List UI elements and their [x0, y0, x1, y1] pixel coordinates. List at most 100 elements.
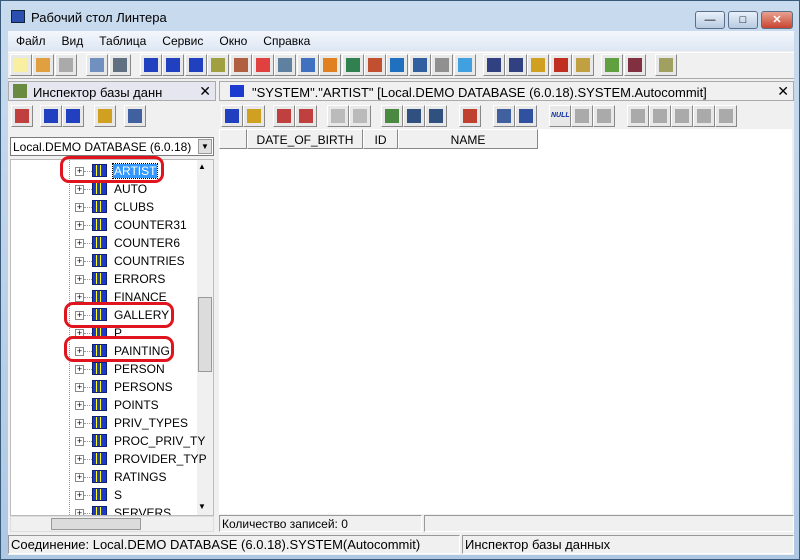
menu-item[interactable]: Вид [54, 31, 92, 48]
add-record-button[interactable] [273, 105, 295, 127]
users-button[interactable] [229, 54, 252, 76]
sort-button[interactable] [493, 105, 515, 127]
refresh-button[interactable] [94, 105, 116, 127]
maximize-button[interactable]: □ [728, 11, 758, 29]
lock-button[interactable] [403, 105, 425, 127]
menu-item[interactable]: Сервис [154, 31, 211, 48]
expand-icon[interactable]: + [75, 221, 84, 230]
new-document-button[interactable] [10, 54, 32, 76]
expand-icon[interactable]: + [75, 185, 84, 194]
menu-item[interactable]: Справка [255, 31, 318, 48]
monitor-button[interactable] [408, 54, 431, 76]
database-button[interactable] [363, 54, 386, 76]
null-button[interactable]: NULL [549, 105, 571, 127]
blob-load-button[interactable] [627, 105, 649, 127]
chevron-down-icon[interactable]: ▼ [198, 139, 212, 154]
blob-clear-button[interactable] [671, 105, 693, 127]
gear-blue-button[interactable] [296, 54, 319, 76]
delete-record-button[interactable] [295, 105, 317, 127]
close-icon[interactable]: ✕ [199, 83, 211, 100]
add-record-icon [277, 109, 291, 123]
column-header[interactable]: NAME [398, 129, 538, 149]
prev-button[interactable] [327, 105, 349, 127]
blob-button[interactable] [571, 105, 593, 127]
menu-item[interactable]: Файл [8, 31, 54, 48]
expand-icon[interactable]: + [75, 455, 84, 464]
menu-item[interactable]: Таблица [91, 31, 154, 48]
expand-icon[interactable]: + [75, 365, 84, 374]
connect-button[interactable] [86, 54, 109, 76]
expand-icon[interactable]: + [75, 419, 84, 428]
bottles-button[interactable] [207, 54, 230, 76]
blob-save-button[interactable] [649, 105, 671, 127]
table-icon [92, 506, 107, 515]
tools-icon [627, 58, 642, 72]
open-folder-button[interactable] [32, 54, 55, 76]
color-button[interactable] [251, 54, 274, 76]
tree-horizontal-scrollbar[interactable] [10, 516, 214, 532]
table-window-header: "SYSTEM"."ARTIST" [Local.DEMO DATABASE (… [219, 81, 794, 101]
printer-button[interactable] [431, 54, 454, 76]
chart-button[interactable] [459, 105, 481, 127]
network-button[interactable] [386, 54, 409, 76]
table-import-button[interactable] [184, 54, 207, 76]
column-header[interactable]: DATE_OF_BIRTH [247, 129, 363, 149]
inspector-button[interactable] [601, 54, 624, 76]
table-search-icon [44, 109, 58, 123]
stop-button[interactable] [54, 54, 77, 76]
connection-select[interactable]: Local.DEMO DATABASE (6.0.18) ▼ [10, 137, 214, 156]
sql-editor-button[interactable] [505, 54, 528, 76]
next-button[interactable] [349, 105, 371, 127]
unlock-button[interactable] [425, 105, 447, 127]
table-search-button[interactable] [40, 105, 62, 127]
expand-icon[interactable]: + [75, 509, 84, 515]
expand-icon[interactable]: + [75, 239, 84, 248]
expand-icon[interactable]: + [75, 293, 84, 302]
expand-icon[interactable]: + [75, 383, 84, 392]
scroll-thumb[interactable] [198, 297, 212, 372]
minimize-button[interactable]: — [695, 11, 725, 29]
column-header[interactable]: ID [363, 129, 398, 149]
sql-icon [486, 58, 501, 72]
sql-button[interactable] [482, 54, 505, 76]
hourglass-button[interactable] [572, 54, 595, 76]
expand-icon[interactable]: + [75, 401, 84, 410]
menu-item[interactable]: Окно [211, 31, 255, 48]
expand-icon[interactable]: + [75, 203, 84, 212]
export-button[interactable] [221, 105, 243, 127]
sql-query-button[interactable] [527, 54, 550, 76]
cross-button[interactable] [319, 54, 342, 76]
connection-value: Local.DEMO DATABASE (6.0.18) [13, 140, 192, 154]
tree-item-label: S [114, 488, 123, 502]
refresh-button[interactable] [243, 105, 265, 127]
table-button[interactable] [139, 54, 162, 76]
table-import-button[interactable] [62, 105, 84, 127]
expand-icon[interactable]: + [75, 473, 84, 482]
grid-button[interactable] [515, 105, 537, 127]
calendar-button[interactable] [453, 54, 476, 76]
close-button[interactable]: ✕ [761, 11, 793, 29]
blob-image-button[interactable] [593, 105, 615, 127]
table-search-button[interactable] [162, 54, 185, 76]
expand-icon[interactable]: + [75, 257, 84, 266]
blob-find-button[interactable] [715, 105, 737, 127]
people-button[interactable] [341, 54, 364, 76]
disconnect-button[interactable] [108, 54, 131, 76]
filter-button[interactable] [381, 105, 403, 127]
expand-icon[interactable]: + [75, 275, 84, 284]
blob-edit-button[interactable] [693, 105, 715, 127]
expand-icon[interactable]: + [75, 437, 84, 446]
tree-item-label: COUNTER6 [114, 236, 181, 250]
remove-button[interactable] [11, 105, 33, 127]
edit-button[interactable] [655, 54, 678, 76]
tree-item-label: PROC_PRIV_TY [114, 434, 206, 448]
tools-button[interactable] [623, 54, 646, 76]
data-grid: DATE_OF_BIRTH ID NAME [219, 129, 792, 514]
bug-button[interactable] [549, 54, 572, 76]
expand-icon[interactable]: + [75, 491, 84, 500]
scroll-thumb[interactable] [51, 518, 141, 530]
properties-button[interactable] [124, 105, 146, 127]
close-icon[interactable]: ✕ [777, 83, 789, 100]
table-icon [92, 452, 107, 465]
gears-button[interactable] [274, 54, 297, 76]
